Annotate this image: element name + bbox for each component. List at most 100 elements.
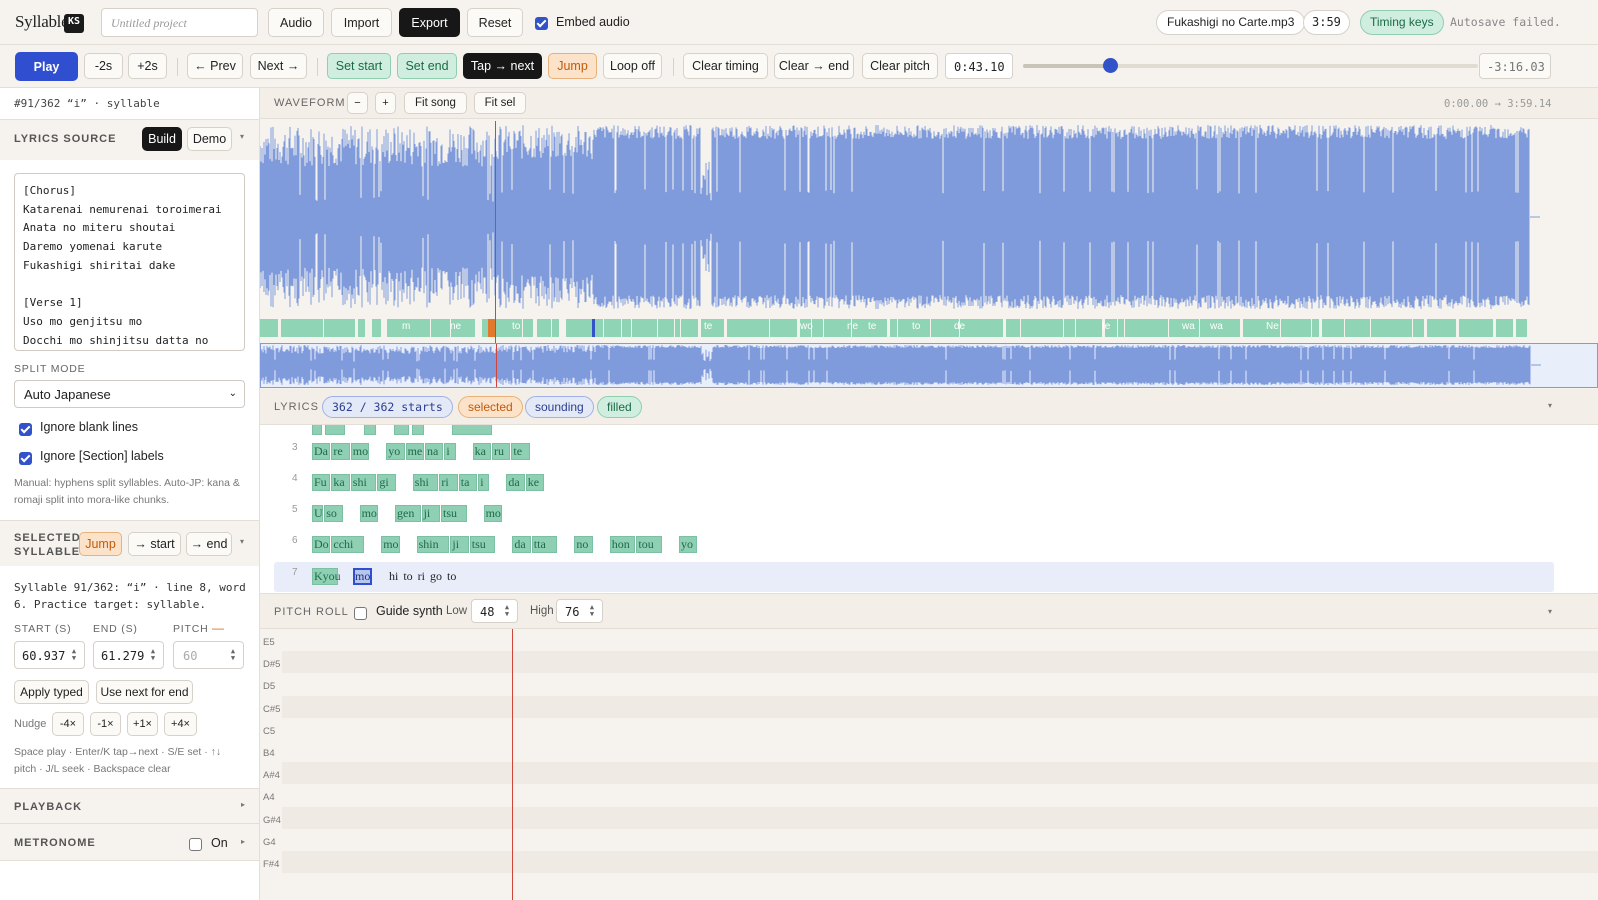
syllable-chip[interactable]: ka [472,443,491,460]
syllable-chip[interactable]: tsu [441,505,467,522]
overview-strip[interactable] [260,343,1598,388]
fit-selection-button[interactable]: Fit sel [474,92,526,114]
current-time-readout[interactable]: 0:43.10 [945,53,1013,79]
collapse-icon[interactable]: ▾ [240,537,244,546]
syllable-chip[interactable]: yo [679,536,698,553]
syllable-chip[interactable]: i [444,443,456,460]
syllable-segment[interactable] [1281,319,1311,337]
syllable-segment[interactable] [960,319,1003,337]
syllable-segment[interactable] [372,319,381,337]
jump-to-syllable-button[interactable]: Jump [79,532,122,556]
loop-toggle[interactable]: Loop off [603,53,662,79]
syllable-chip[interactable]: ru [492,443,511,460]
collapse-icon[interactable]: ▾ [1548,401,1552,410]
syllable-segment[interactable] [431,319,450,337]
stepper-icon[interactable]: ▲ ▼ [228,648,238,662]
syllable-segment[interactable] [566,319,603,337]
collapse-icon[interactable]: ▾ [1548,607,1552,616]
syllable-chip[interactable]: ka [331,474,350,491]
jump-button[interactable]: Jump [548,53,597,79]
syllable-chip[interactable]: yo [386,443,405,460]
syllable-chip[interactable]: shi [350,474,377,491]
syllable-segment[interactable] [1459,319,1493,337]
expand-icon[interactable]: ▸ [241,837,245,846]
zoom-in-button[interactable]: + [375,92,396,114]
syllable-segment[interactable] [1312,319,1319,337]
syllable-segment[interactable] [1064,319,1075,337]
syllable-segment[interactable] [1021,319,1063,337]
selected-syllable-chip[interactable]: mo [353,568,372,585]
seek-slider[interactable] [1023,58,1478,73]
syllable-chip[interactable]: tou [636,536,662,553]
syllable-segment[interactable] [890,319,897,337]
syllable-chip[interactable]: mo [350,443,370,460]
pitch-row[interactable] [282,806,1598,829]
build-button[interactable]: Build [142,127,182,151]
syllable-chip[interactable]: ji [450,536,469,553]
syllable-chip[interactable]: da [512,536,531,553]
nudge-plus-4-button[interactable]: +4× [164,712,197,736]
start-time-input[interactable]: 60.937 ▲ ▼ [14,641,85,669]
syllable-chip[interactable]: shi [412,474,439,491]
syllable-segment[interactable] [658,319,674,337]
syllable-segment[interactable] [632,319,657,337]
syllable-segment[interactable] [1076,319,1102,337]
syllable-segment[interactable] [1345,319,1370,337]
collapse-icon[interactable]: ▾ [240,132,244,141]
clear-pitch-button[interactable]: Clear pitch [862,53,938,79]
set-start-button[interactable]: Set start [327,53,391,79]
prev-button[interactable]: ← Prev [187,53,243,79]
metronome-checkbox[interactable] [189,836,202,852]
syllable-segment[interactable] [324,319,355,337]
syllable-chip[interactable]: tta [531,536,558,553]
syllable-chip[interactable]: no [574,536,593,553]
syllable-chip[interactable]: re [331,443,350,460]
syllable-segment[interactable] [622,319,631,337]
end-time-input[interactable]: 61.279 ▲ ▼ [93,641,164,669]
syllable-segment[interactable] [358,319,365,337]
fit-song-button[interactable]: Fit song [404,92,467,114]
syllable-chip[interactable]: shin [416,536,450,553]
pitch-row[interactable] [282,784,1598,807]
syllable-segment[interactable] [675,319,680,337]
forward-2s-button[interactable]: +2s [128,53,167,79]
syllable-segment[interactable] [1413,319,1424,337]
stepper-icon[interactable]: ▲ ▼ [502,604,512,618]
syllable-chip[interactable]: Do [312,536,331,553]
syllable-chip[interactable]: me [405,443,424,460]
next-button[interactable]: Next → [250,53,307,79]
audio-button[interactable]: Audio [268,8,324,37]
pitch-row[interactable] [282,695,1598,718]
syllable-chip[interactable]: hon [609,536,636,553]
syllable-chip[interactable]: tsu [469,536,496,553]
nudge-minus-4-button[interactable]: -4× [52,712,84,736]
syllable-segment[interactable] [523,319,533,337]
ignore-blank-checkbox[interactable] [19,421,32,437]
syllable-chip[interactable]: ta [458,474,478,491]
syllable-chip[interactable]: ji [421,505,440,522]
timing-keys-badge[interactable]: Timing keys [1360,10,1444,35]
selected-syllable-header[interactable]: SELECTED SYLLABLE Jump → start → end ▾ [0,521,259,566]
stepper-icon[interactable]: ▲ ▼ [148,648,158,662]
embed-audio-checkbox[interactable] [535,15,548,31]
split-mode-select[interactable]: Auto Japanese ⌄ [14,380,245,408]
low-note-input[interactable]: 48 ▲ ▼ [471,599,518,623]
syllable-segment[interactable] [552,319,559,337]
syllable-segment-track[interactable]: m ne to te wo ne te to de te wa wa Ne [260,319,1598,337]
pitch-row[interactable] [282,717,1598,740]
syllable-segment[interactable] [1516,319,1527,337]
lyrics-source-header[interactable]: LYRICS SOURCE Build Demo ▾ [0,120,259,160]
go-to-end-button[interactable]: → end [186,532,232,556]
go-to-start-button[interactable]: → start [128,532,181,556]
expand-icon[interactable]: ▸ [241,800,245,809]
pitch-row[interactable] [282,629,1598,651]
playback-section-header[interactable]: PLAYBACK ▸ [0,789,259,823]
syllable-chip[interactable]: cchi [331,536,365,553]
pitch-row[interactable] [282,851,1598,873]
syllable-chip[interactable]: ke [525,474,545,491]
stepper-icon[interactable]: ▲ ▼ [69,648,79,662]
syllable-segment[interactable] [727,319,769,337]
syllable-chip[interactable]: mo [483,505,502,522]
lyrics-textarea[interactable]: [Chorus] Katarenai nemurenai toroimerai … [14,173,245,351]
pitch-row[interactable] [282,762,1598,785]
